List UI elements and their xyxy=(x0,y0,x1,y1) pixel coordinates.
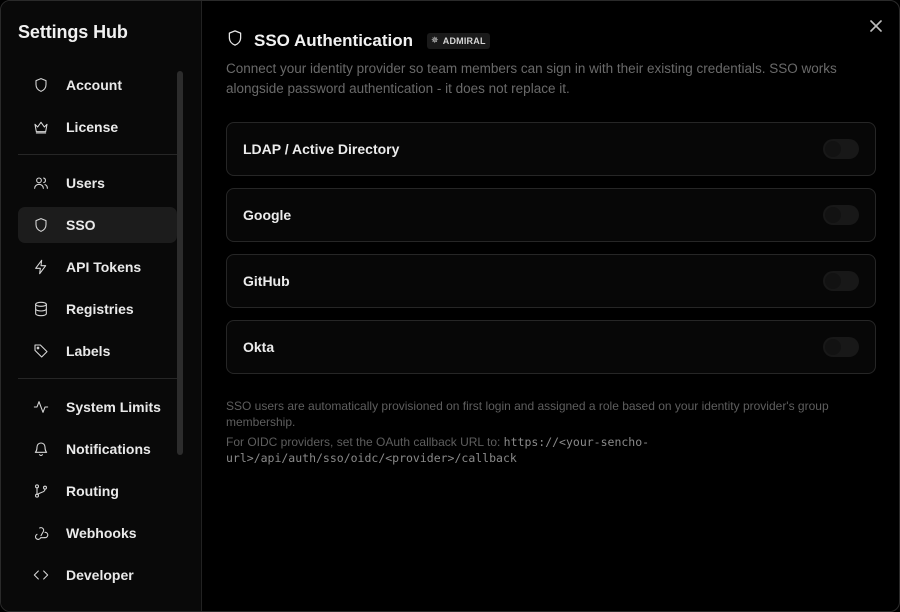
page-header: SSO Authentication ✵ ADMIRAL xyxy=(226,29,490,52)
sidebar-item-label: System Limits xyxy=(66,399,161,415)
shield-icon xyxy=(226,29,244,52)
toggle-knob xyxy=(825,273,841,289)
git-branch-icon xyxy=(33,483,49,499)
sidebar-item-label: Webhooks xyxy=(66,525,137,541)
provider-card-google: Google xyxy=(226,188,876,242)
sidebar-item-label: Notifications xyxy=(66,441,151,457)
sidebar-item-api-tokens[interactable]: API Tokens xyxy=(18,249,177,285)
sidebar-item-label: Labels xyxy=(66,343,111,359)
database-icon xyxy=(33,301,49,317)
provider-card-okta: Okta xyxy=(226,320,876,374)
footnote: SSO users are automatically provisioned … xyxy=(226,398,876,470)
sidebar-scrollbar[interactable] xyxy=(177,71,183,455)
webhook-icon xyxy=(33,525,49,541)
toggle-knob xyxy=(825,141,841,157)
sidebar-item-users[interactable]: Users xyxy=(18,165,177,201)
sidebar-item-label: Users xyxy=(66,175,105,191)
provider-name: Okta xyxy=(243,339,275,355)
sidebar-item-label: Registries xyxy=(66,301,134,317)
sidebar-item-label: Account xyxy=(66,77,122,93)
sidebar-nav: Account License Users SSO API Tokens Registri… xyxy=(18,67,177,599)
callback-note-label: For OIDC providers, set the OAuth callba… xyxy=(226,435,501,449)
sidebar-item-system-limits[interactable]: System Limits xyxy=(18,389,177,425)
close-button[interactable] xyxy=(868,18,884,34)
toggle-knob xyxy=(825,339,841,355)
provider-list: LDAP / Active Directory Google GitHub Okta xyxy=(226,122,876,386)
sidebar-item-label: SSO xyxy=(66,217,96,233)
provider-name: GitHub xyxy=(243,273,290,289)
sidebar-item-label: Developer xyxy=(66,567,134,583)
nav-divider xyxy=(18,154,177,155)
settings-window: Settings Hub Account License Users SSO API T… xyxy=(0,0,900,612)
shield-icon xyxy=(33,217,49,233)
sidebar-item-webhooks[interactable]: Webhooks xyxy=(18,515,177,551)
close-icon xyxy=(870,20,882,32)
sidebar-item-label: Routing xyxy=(66,483,119,499)
crown-icon xyxy=(33,119,49,135)
sidebar-item-account[interactable]: Account xyxy=(18,67,177,103)
sidebar-item-label: License xyxy=(66,119,119,135)
provider-toggle-github[interactable] xyxy=(823,271,859,291)
provider-name: Google xyxy=(243,207,292,223)
sidebar-item-label: API Tokens xyxy=(66,259,142,275)
page-title: SSO Authentication xyxy=(254,30,413,50)
sidebar: Settings Hub Account License Users SSO API T… xyxy=(1,1,202,611)
provider-name: LDAP / Active Directory xyxy=(243,141,400,157)
main-panel: SSO Authentication ✵ ADMIRAL Connect you… xyxy=(202,1,899,611)
code-icon xyxy=(33,567,49,583)
sidebar-item-routing[interactable]: Routing xyxy=(18,473,177,509)
sparkle-icon: ✵ xyxy=(431,35,439,45)
bell-icon xyxy=(33,441,49,457)
provider-card-github: GitHub xyxy=(226,254,876,308)
provider-card-ldap-active-directory: LDAP / Active Directory xyxy=(226,122,876,176)
sidebar-item-labels[interactable]: Labels xyxy=(18,333,177,369)
tag-icon xyxy=(33,343,49,359)
toggle-knob xyxy=(825,207,841,223)
page-description: Connect your identity provider so team m… xyxy=(226,61,837,96)
tier-badge: ✵ ADMIRAL xyxy=(427,32,490,49)
sidebar-item-developer[interactable]: Developer xyxy=(18,557,177,593)
sidebar-item-license[interactable]: License xyxy=(18,109,177,145)
provider-toggle-google[interactable] xyxy=(823,205,859,225)
lightning-icon xyxy=(33,259,49,275)
sidebar-item-registries[interactable]: Registries xyxy=(18,291,177,327)
users-icon xyxy=(33,175,49,191)
sidebar-title: Settings Hub xyxy=(18,22,128,42)
sidebar-item-sso[interactable]: SSO xyxy=(18,207,177,243)
nav-divider xyxy=(18,378,177,379)
sidebar-item-notifications[interactable]: Notifications xyxy=(18,431,177,467)
tier-badge-label: ADMIRAL xyxy=(442,35,486,46)
activity-icon xyxy=(33,399,49,415)
callback-note: For OIDC providers, set the OAuth callba… xyxy=(226,434,876,466)
provider-toggle-okta[interactable] xyxy=(823,337,859,357)
shield-icon xyxy=(33,77,49,93)
provider-toggle-ldap-active-directory[interactable] xyxy=(823,139,859,159)
provisioning-note: SSO users are automatically provisioned … xyxy=(226,399,829,429)
